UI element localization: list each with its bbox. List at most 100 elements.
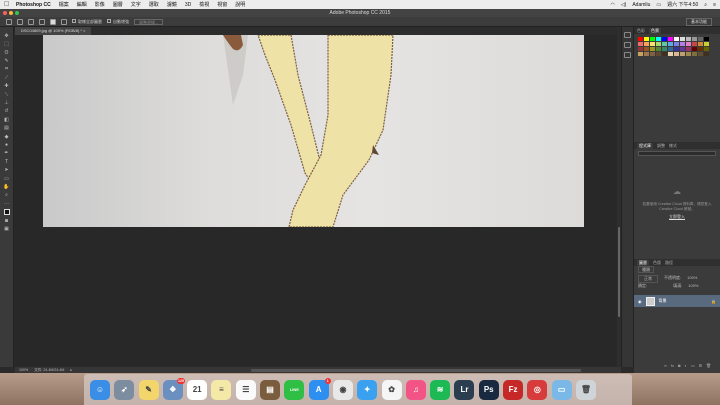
- dock-app-downloads-folder-icon[interactable]: ▭: [551, 379, 572, 400]
- dock-app-reminders-icon[interactable]: ☰: [235, 379, 256, 400]
- swatch-36[interactable]: [638, 52, 643, 56]
- zoom-level[interactable]: 100%: [19, 368, 28, 372]
- menu-select[interactable]: 選取: [149, 1, 159, 8]
- menu-3d[interactable]: 3D: [185, 2, 191, 8]
- search-icon[interactable]: ⌕: [704, 2, 707, 8]
- subtract-from-selection-icon[interactable]: [39, 18, 45, 25]
- user-name[interactable]: Adamliu: [632, 2, 650, 8]
- type-tool-icon[interactable]: T: [3, 159, 10, 165]
- path-selection-tool-icon[interactable]: ➤: [3, 167, 10, 173]
- brush-size-icon[interactable]: [50, 18, 56, 25]
- layer-style-icon[interactable]: fx: [671, 363, 674, 368]
- fill-value[interactable]: 100%: [688, 283, 698, 289]
- swatch-29[interactable]: [668, 47, 673, 51]
- menu-edit[interactable]: 編輯: [77, 1, 87, 8]
- quick-selection-tool-preset-icon[interactable]: [6, 18, 12, 25]
- quick-mask-icon[interactable]: ◙: [3, 218, 10, 224]
- menu-file[interactable]: 檔案: [59, 1, 69, 8]
- swatch-13[interactable]: [644, 42, 649, 46]
- brush-pressure-icon[interactable]: [61, 18, 67, 25]
- swatch-16[interactable]: [662, 42, 667, 46]
- swatch-34[interactable]: [698, 47, 703, 51]
- swatch-32[interactable]: [686, 47, 691, 51]
- new-layer-icon[interactable]: ⊞: [699, 363, 702, 368]
- dock-app-spotify-icon[interactable]: ≋: [430, 379, 451, 400]
- dock-app-chrome-icon[interactable]: ◉: [332, 379, 353, 400]
- document-image[interactable]: [43, 35, 584, 227]
- swatch-42[interactable]: [674, 52, 679, 56]
- swatch-45[interactable]: [692, 52, 697, 56]
- adjustment-layer-icon[interactable]: ◐: [684, 363, 686, 368]
- history-brush-tool-icon[interactable]: ↺: [3, 108, 10, 114]
- document-tab[interactable]: DSC04809.jpg @ 100% (RGB/8) * ×: [15, 27, 92, 35]
- swatch-1[interactable]: [644, 37, 649, 41]
- swatch-4[interactable]: [662, 37, 667, 41]
- notification-center-icon[interactable]: ≡: [713, 2, 716, 8]
- swatch-40[interactable]: [662, 52, 667, 56]
- dock-app-ribbon-app-icon[interactable]: ◎: [527, 379, 548, 400]
- tab-color[interactable]: 色彩: [637, 28, 645, 34]
- dock-app-app-store-icon[interactable]: A1: [308, 377, 331, 400]
- dock-app-itunes-icon[interactable]: ♫: [405, 379, 426, 400]
- swatch-24[interactable]: [638, 47, 643, 51]
- swatch-20[interactable]: [686, 42, 691, 46]
- hand-tool-icon[interactable]: ✋: [3, 184, 10, 190]
- dock-app-lightroom-icon[interactable]: Lr: [454, 379, 475, 400]
- app-menu[interactable]: Photoshop CC: [16, 2, 51, 8]
- tab-layers[interactable]: 圖層: [637, 259, 649, 266]
- swatch-35[interactable]: [704, 47, 709, 51]
- swatches-grid[interactable]: [634, 34, 720, 59]
- apple-menu-icon[interactable]: : [4, 1, 10, 8]
- tab-styles[interactable]: 樣式: [669, 143, 677, 149]
- dock-app-launchpad-icon[interactable]: ➶: [114, 379, 135, 400]
- status-menu-arrow-icon[interactable]: ▸: [70, 368, 72, 372]
- swatch-30[interactable]: [674, 47, 679, 51]
- dock-app-trash-icon[interactable]: 🗑: [575, 379, 596, 400]
- refine-edge-button[interactable]: 調整邊緣...: [134, 18, 164, 25]
- history-panel-icon[interactable]: [624, 32, 631, 38]
- dock-app-notebook-icon[interactable]: ▤: [260, 379, 281, 400]
- tab-channels[interactable]: 色版: [653, 260, 661, 266]
- swatch-17[interactable]: [668, 42, 673, 46]
- new-selection-icon[interactable]: [17, 18, 23, 25]
- swatch-11[interactable]: [704, 37, 709, 41]
- swatch-22[interactable]: [698, 42, 703, 46]
- swatch-12[interactable]: [638, 42, 643, 46]
- dock-app-safari-icon[interactable]: ✦: [357, 379, 378, 400]
- layer-name[interactable]: 背景: [659, 298, 667, 304]
- layer-mask-icon[interactable]: ◙: [678, 363, 680, 368]
- blend-mode-select[interactable]: 正常: [638, 275, 658, 283]
- document-size[interactable]: 文件: 24.4M/24.4M: [34, 368, 64, 373]
- swatch-37[interactable]: [644, 52, 649, 56]
- dock-app-finder-icon[interactable]: ☺: [90, 379, 110, 400]
- menu-window[interactable]: 視窗: [217, 1, 227, 8]
- dock-app-notes-icon[interactable]: ≡: [211, 379, 232, 400]
- properties-panel-icon[interactable]: [624, 42, 631, 48]
- menu-filter[interactable]: 濾鏡: [167, 1, 177, 8]
- swatch-15[interactable]: [656, 42, 661, 46]
- swatch-9[interactable]: [692, 37, 697, 41]
- minimize-window-button[interactable]: [9, 11, 13, 15]
- dock-app-filezilla-icon[interactable]: Fz: [503, 379, 524, 400]
- swatch-38[interactable]: [650, 52, 655, 56]
- battery-icon[interactable]: ▭: [656, 2, 661, 8]
- move-tool-icon[interactable]: ✥: [3, 33, 10, 39]
- dodge-tool-icon[interactable]: ●: [3, 142, 10, 148]
- auto-enhance-checkbox[interactable]: 自動增強: [107, 19, 129, 25]
- tab-swatches[interactable]: 色票: [649, 27, 661, 34]
- swatch-14[interactable]: [650, 42, 655, 46]
- link-layers-icon[interactable]: ∞: [664, 363, 667, 368]
- swatch-25[interactable]: [644, 47, 649, 51]
- swatch-41[interactable]: [668, 52, 673, 56]
- dock-app-photos-preview-icon[interactable]: ❖ 129: [162, 377, 185, 400]
- healing-brush-tool-icon[interactable]: ✚: [3, 83, 10, 89]
- blur-tool-icon[interactable]: ◆: [3, 134, 10, 140]
- layer-row-background[interactable]: ◉ 背景 🔒: [634, 295, 720, 307]
- brush-tool-icon[interactable]: ⟍: [3, 92, 10, 98]
- close-tab-icon[interactable]: ×: [83, 28, 85, 33]
- swatch-19[interactable]: [680, 42, 685, 46]
- lasso-tool-icon[interactable]: ʘ: [3, 50, 10, 56]
- foreground-color-swatch[interactable]: [3, 209, 10, 216]
- swatch-7[interactable]: [680, 37, 685, 41]
- swatch-33[interactable]: [692, 47, 697, 51]
